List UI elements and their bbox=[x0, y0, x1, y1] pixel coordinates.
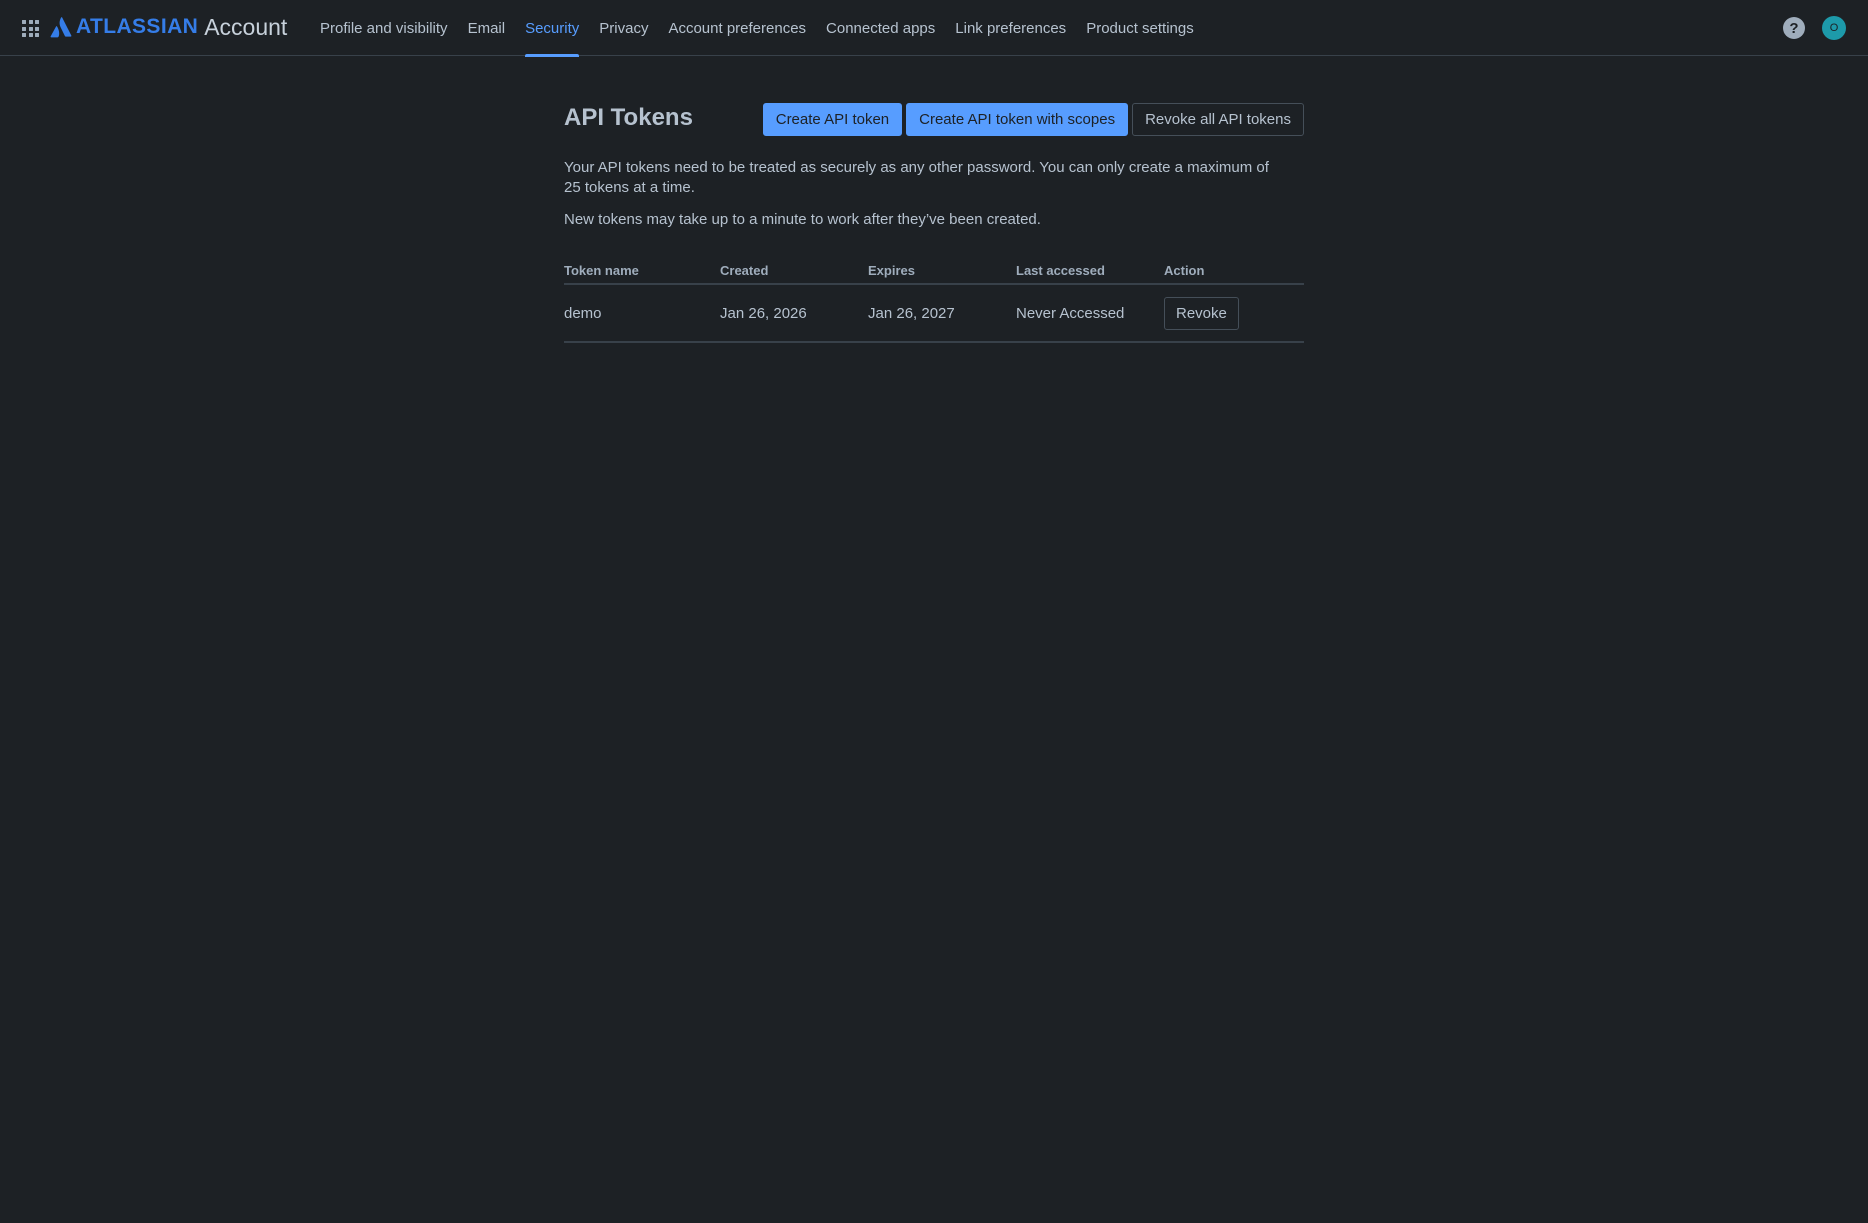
column-header-last-accessed[interactable]: Last accessed bbox=[1016, 260, 1164, 285]
column-header-expires[interactable]: Expires bbox=[868, 260, 1016, 285]
product-name: Account bbox=[204, 13, 288, 40]
app-switcher-grid-icon[interactable] bbox=[20, 18, 40, 38]
nav-item-link-preferences[interactable]: Link preferences bbox=[945, 0, 1076, 56]
api-tokens-section: API Tokens Create API token Create API t… bbox=[564, 100, 1304, 343]
atlassian-account-logo[interactable]: ATLASSIAN Account bbox=[50, 12, 287, 42]
page-actions: Create API token Create API token with s… bbox=[762, 103, 1304, 136]
nav-item-security[interactable]: Security bbox=[515, 0, 589, 57]
top-navigation-bar: ATLASSIAN Account Profile and visibility… bbox=[0, 0, 1868, 57]
revoke-all-api-tokens-button[interactable]: Revoke all API tokens bbox=[1132, 103, 1304, 136]
account-nav: Profile and visibility Email Security Pr… bbox=[310, 0, 1204, 57]
token-name-cell: demo bbox=[564, 284, 720, 343]
table-row: demo Jan 26, 2026 Jan 26, 2027 Never Acc… bbox=[564, 284, 1304, 343]
nav-item-account-preferences[interactable]: Account preferences bbox=[658, 0, 816, 56]
nav-item-product-settings[interactable]: Product settings bbox=[1076, 0, 1204, 56]
help-icon[interactable]: ? bbox=[1783, 17, 1805, 39]
token-action-cell: Revoke bbox=[1164, 284, 1304, 343]
create-api-token-with-scopes-button[interactable]: Create API token with scopes bbox=[906, 103, 1129, 136]
atlassian-logo-icon bbox=[50, 17, 72, 38]
page-title: API Tokens bbox=[564, 104, 693, 131]
token-last-accessed-cell: Never Accessed bbox=[1016, 284, 1164, 343]
page-header: API Tokens Create API token Create API t… bbox=[564, 100, 1304, 140]
table-header-row: Token name Created Expires Last accessed… bbox=[564, 260, 1304, 285]
api-tokens-table: Token name Created Expires Last accessed… bbox=[564, 260, 1304, 343]
create-api-token-button[interactable]: Create API token bbox=[762, 103, 903, 136]
token-created-cell: Jan 26, 2026 bbox=[720, 284, 868, 343]
column-header-token-name[interactable]: Token name bbox=[564, 260, 720, 285]
revoke-token-button[interactable]: Revoke bbox=[1164, 296, 1239, 330]
atlassian-wordmark: ATLASSIAN bbox=[76, 15, 199, 38]
nav-item-profile-and-visibility[interactable]: Profile and visibility bbox=[310, 0, 458, 56]
avatar[interactable]: O bbox=[1822, 16, 1846, 40]
api-token-description: Your API tokens need to be treated as se… bbox=[564, 159, 1269, 196]
token-expires-cell: Jan 26, 2027 bbox=[868, 284, 1016, 343]
column-header-created[interactable]: Created bbox=[720, 260, 868, 285]
nav-item-privacy[interactable]: Privacy bbox=[589, 0, 658, 56]
api-token-note: New tokens may take up to a minute to wo… bbox=[564, 211, 1041, 228]
column-header-action: Action bbox=[1164, 260, 1304, 285]
nav-item-email[interactable]: Email bbox=[458, 0, 516, 56]
nav-item-connected-apps[interactable]: Connected apps bbox=[816, 0, 945, 56]
